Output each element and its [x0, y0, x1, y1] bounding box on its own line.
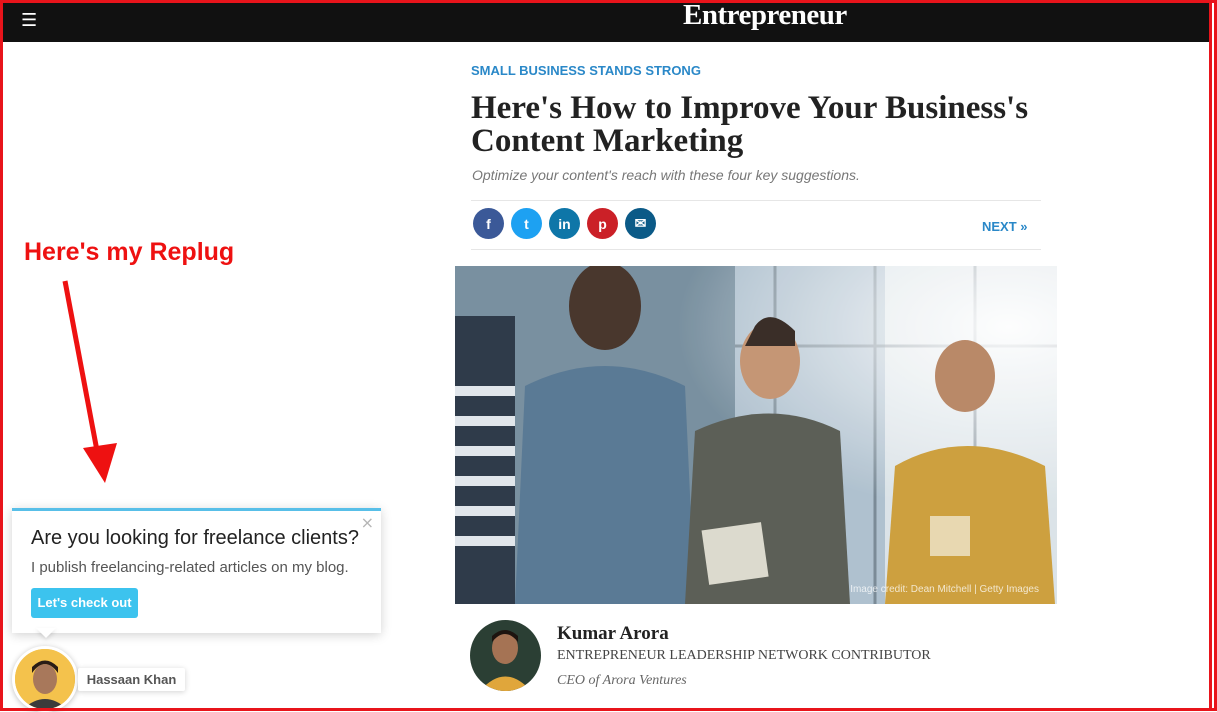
sender-name: Hassaan Khan: [78, 668, 185, 691]
popup-title: Are you looking for freelance clients?: [31, 527, 359, 549]
email-icon[interactable]: ✉: [625, 208, 656, 239]
author-role: ENTREPRENEUR LEADERSHIP NETWORK CONTRIBU…: [557, 648, 931, 663]
replug-popup: × Are you looking for freelance clients?…: [12, 508, 381, 633]
cta-button[interactable]: Let's check out: [31, 588, 138, 618]
annotation-label: Here's my Replug: [24, 238, 235, 266]
article-hero-image: Image credit: Dean Mitchell | Getty Imag…: [455, 266, 1057, 604]
next-article-link[interactable]: NEXT »: [982, 219, 1028, 234]
popup-tail: [36, 628, 56, 638]
popup-message: I publish freelancing-related articles o…: [31, 559, 349, 576]
article-title: Here's How to Improve Your Business's Co…: [471, 90, 1029, 159]
image-credit: Image credit: Dean Mitchell | Getty Imag…: [850, 584, 1039, 595]
site-logo[interactable]: Entrepreneur: [683, 0, 847, 32]
author-name[interactable]: Kumar Arora: [557, 623, 669, 645]
divider: [471, 249, 1041, 250]
sender-photo: [15, 649, 75, 709]
close-icon[interactable]: ×: [361, 513, 374, 532]
article-subtitle: Optimize your content's reach with these…: [472, 167, 860, 183]
annotation-arrow-icon: [62, 280, 117, 483]
divider: [471, 200, 1041, 201]
article-kicker[interactable]: SMALL BUSINESS STANDS STRONG: [471, 63, 701, 78]
author-bio: CEO of Arora Ventures: [557, 673, 687, 688]
office-meeting-photo: [455, 266, 1057, 604]
hamburger-icon[interactable]: ☰: [21, 11, 37, 31]
pinterest-icon[interactable]: p: [587, 208, 618, 239]
share-buttons: f t in p ✉: [473, 208, 656, 239]
sender-avatar[interactable]: [12, 646, 78, 712]
linkedin-icon[interactable]: in: [549, 208, 580, 239]
screenshot-border-right: [1209, 0, 1212, 711]
author-photo: [470, 620, 541, 691]
author-avatar[interactable]: [470, 620, 541, 691]
site-header: ☰ Entrepreneur: [3, 0, 1211, 42]
twitter-icon[interactable]: t: [511, 208, 542, 239]
facebook-icon[interactable]: f: [473, 208, 504, 239]
